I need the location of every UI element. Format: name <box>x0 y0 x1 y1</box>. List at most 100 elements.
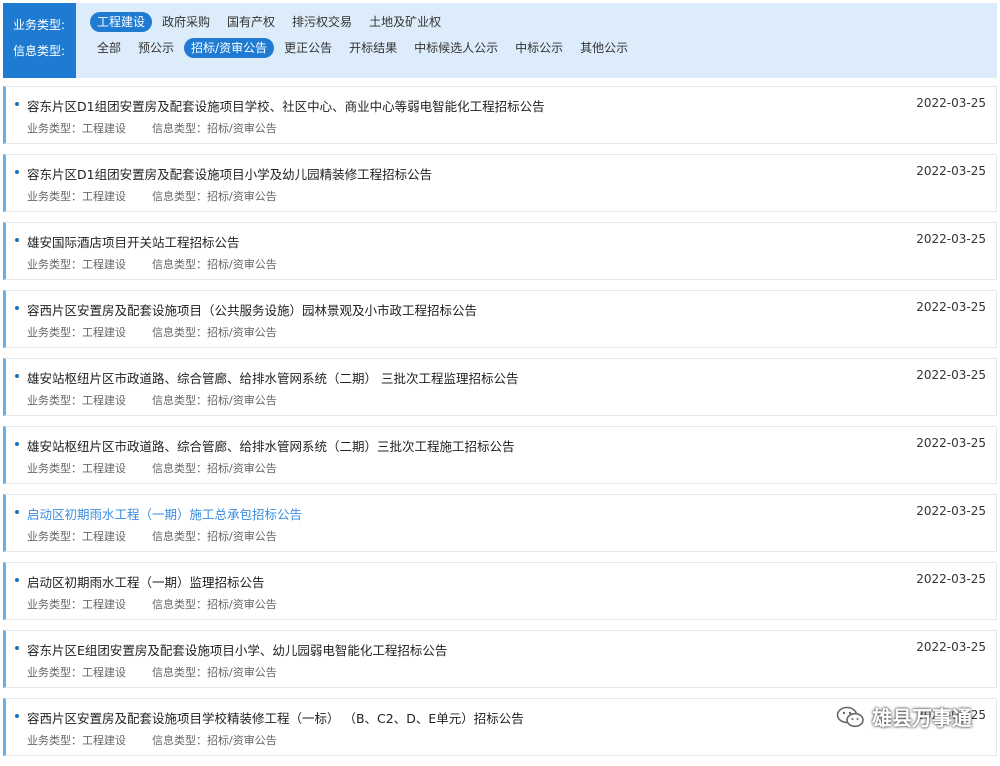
info-type-chip[interactable]: 更正公告 <box>277 38 339 58</box>
bullet-icon <box>15 238 19 242</box>
item-date: 2022-03-25 <box>916 436 986 450</box>
item-meta: 业务类型：工程建设 信息类型：招标/资审公告 <box>27 188 277 204</box>
wechat-icon <box>836 706 864 727</box>
meta-business-label: 业务类型： <box>27 666 82 679</box>
bullet-icon <box>15 510 19 514</box>
business-type-chip[interactable]: 土地及矿业权 <box>362 12 448 32</box>
meta-business-value: 工程建设 <box>82 394 126 407</box>
item-title[interactable]: 启动区初期雨水工程（一期）施工总承包招标公告 <box>27 504 302 523</box>
meta-business-label: 业务类型： <box>27 326 82 339</box>
meta-business-label: 业务类型： <box>27 462 82 475</box>
info-type-label: 信息类型: <box>13 44 66 58</box>
bullet-icon <box>15 714 19 718</box>
bullet-icon <box>15 646 19 650</box>
item-date: 2022-03-25 <box>916 300 986 314</box>
info-type-chip[interactable]: 开标结果 <box>342 38 404 58</box>
meta-business-value: 工程建设 <box>82 598 126 611</box>
meta-info-label: 信息类型： <box>152 530 207 543</box>
meta-business-value: 工程建设 <box>82 190 126 203</box>
item-title[interactable]: 容东片区D1组团安置房及配套设施项目学校、社区中心、商业中心等弱电智能化工程招标… <box>27 96 545 115</box>
business-type-chip[interactable]: 政府采购 <box>155 12 217 32</box>
business-type-label: 业务类型: <box>13 18 66 32</box>
bullet-icon <box>15 374 19 378</box>
meta-info-label: 信息类型： <box>152 326 207 339</box>
meta-business-label: 业务类型： <box>27 530 82 543</box>
list-item[interactable]: 容东片区E组团安置房及配套设施项目小学、幼儿园弱电智能化工程招标公告 2022-0… <box>3 630 997 688</box>
filter-labels: 业务类型: 信息类型: <box>3 3 76 78</box>
meta-business-label: 业务类型： <box>27 190 82 203</box>
meta-info-label: 信息类型： <box>152 462 207 475</box>
meta-info-label: 信息类型： <box>152 394 207 407</box>
item-title[interactable]: 雄安站枢纽片区市政道路、综合管廊、给排水管网系统（二期） 三批次工程监理招标公告 <box>27 368 518 387</box>
list-item[interactable]: 容东片区D1组团安置房及配套设施项目小学及幼儿园精装修工程招标公告 2022-03… <box>3 154 997 212</box>
item-meta: 业务类型：工程建设 信息类型：招标/资审公告 <box>27 256 277 272</box>
filter-options: 工程建设 政府采购 国有产权 排污权交易 土地及矿业权 全部 预公示 招标/资审公告 更正公告… <box>76 3 997 78</box>
item-title[interactable]: 启动区初期雨水工程（一期）监理招标公告 <box>27 572 265 591</box>
meta-business-value: 工程建设 <box>82 122 126 135</box>
item-meta: 业务类型：工程建设 信息类型：招标/资审公告 <box>27 392 277 408</box>
item-title[interactable]: 雄安国际酒店项目开关站工程招标公告 <box>27 232 240 251</box>
info-type-chip[interactable]: 预公示 <box>131 38 181 58</box>
info-type-chip[interactable]: 其他公示 <box>573 38 635 58</box>
item-title[interactable]: 雄安站枢纽片区市政道路、综合管廊、给排水管网系统（二期）三批次工程施工招标公告 <box>27 436 515 455</box>
business-type-chip[interactable]: 国有产权 <box>220 12 282 32</box>
meta-info-label: 信息类型： <box>152 666 207 679</box>
item-date: 2022-03-25 <box>916 232 986 246</box>
watermark: 雄县万事通 <box>836 702 972 731</box>
meta-info-label: 信息类型： <box>152 734 207 747</box>
item-meta: 业务类型：工程建设 信息类型：招标/资审公告 <box>27 664 277 680</box>
list-item[interactable]: 启动区初期雨水工程（一期）施工总承包招标公告 2022-03-25 业务类型：工程建… <box>3 494 997 552</box>
item-meta: 业务类型：工程建设 信息类型：招标/资审公告 <box>27 324 277 340</box>
info-type-chip[interactable]: 全部 <box>90 38 128 58</box>
list-item[interactable]: 雄安国际酒店项目开关站工程招标公告 2022-03-25 业务类型：工程建设 信息类型… <box>3 222 997 280</box>
meta-business-value: 工程建设 <box>82 258 126 271</box>
meta-business-label: 业务类型： <box>27 122 82 135</box>
meta-business-label: 业务类型： <box>27 734 82 747</box>
watermark-text: 雄县万事通 <box>872 706 972 730</box>
meta-info-value: 招标/资审公告 <box>207 326 277 339</box>
item-date: 2022-03-25 <box>916 640 986 654</box>
meta-business-value: 工程建设 <box>82 530 126 543</box>
list-item[interactable]: 启动区初期雨水工程（一期）监理招标公告 2022-03-25 业务类型：工程建设 信息… <box>3 562 997 620</box>
bullet-icon <box>15 306 19 310</box>
item-meta: 业务类型：工程建设 信息类型：招标/资审公告 <box>27 120 277 136</box>
meta-business-value: 工程建设 <box>82 734 126 747</box>
business-type-chip[interactable]: 排污权交易 <box>285 12 359 32</box>
item-meta: 业务类型：工程建设 信息类型：招标/资审公告 <box>27 732 277 748</box>
meta-info-value: 招标/资审公告 <box>207 258 277 271</box>
meta-business-label: 业务类型： <box>27 394 82 407</box>
meta-info-value: 招标/资审公告 <box>207 462 277 475</box>
item-date: 2022-03-25 <box>916 164 986 178</box>
list-item[interactable]: 雄安站枢纽片区市政道路、综合管廊、给排水管网系统（二期）三批次工程施工招标公告 2… <box>3 426 997 484</box>
list-item[interactable]: 容东片区D1组团安置房及配套设施项目学校、社区中心、商业中心等弱电智能化工程招标… <box>3 86 997 144</box>
meta-business-value: 工程建设 <box>82 326 126 339</box>
meta-info-value: 招标/资审公告 <box>207 530 277 543</box>
item-title[interactable]: 容西片区安置房及配套设施项目（公共服务设施）园林景观及小市政工程招标公告 <box>27 300 477 319</box>
meta-info-value: 招标/资审公告 <box>207 190 277 203</box>
bullet-icon <box>15 442 19 446</box>
item-date: 2022-03-25 <box>916 96 986 110</box>
item-date: 2022-03-25 <box>916 572 986 586</box>
item-date: 2022-03-25 <box>916 368 986 382</box>
info-type-chip[interactable]: 中标候选人公示 <box>407 38 505 58</box>
item-title[interactable]: 容西片区安置房及配套设施项目学校精装修工程（一标） （B、C2、D、E单元）招标… <box>27 708 524 727</box>
meta-business-label: 业务类型： <box>27 598 82 611</box>
bullet-icon <box>15 170 19 174</box>
business-type-chip[interactable]: 工程建设 <box>90 12 153 32</box>
list-item[interactable]: 容西片区安置房及配套设施项目（公共服务设施）园林景观及小市政工程招标公告 2022… <box>3 290 997 348</box>
meta-info-label: 信息类型： <box>152 190 207 203</box>
meta-info-label: 信息类型： <box>152 258 207 271</box>
item-meta: 业务类型：工程建设 信息类型：招标/资审公告 <box>27 528 277 544</box>
filter-panel: 业务类型: 信息类型: 工程建设 政府采购 国有产权 排污权交易 土地及矿业权 全部 预公… <box>3 3 997 78</box>
item-date: 2022-03-25 <box>916 504 986 518</box>
info-type-chip[interactable]: 中标公示 <box>508 38 570 58</box>
info-type-chip[interactable]: 招标/资审公告 <box>184 38 275 58</box>
item-title[interactable]: 容东片区D1组团安置房及配套设施项目小学及幼儿园精装修工程招标公告 <box>27 164 432 183</box>
list-item[interactable]: 雄安站枢纽片区市政道路、综合管廊、给排水管网系统（二期） 三批次工程监理招标公告… <box>3 358 997 416</box>
item-meta: 业务类型：工程建设 信息类型：招标/资审公告 <box>27 460 277 476</box>
meta-info-value: 招标/资审公告 <box>207 666 277 679</box>
item-title[interactable]: 容东片区E组团安置房及配套设施项目小学、幼儿园弱电智能化工程招标公告 <box>27 640 447 659</box>
bullet-icon <box>15 102 19 106</box>
business-type-options: 工程建设 政府采购 国有产权 排污权交易 土地及矿业权 <box>90 12 451 32</box>
item-meta: 业务类型：工程建设 信息类型：招标/资审公告 <box>27 596 277 612</box>
